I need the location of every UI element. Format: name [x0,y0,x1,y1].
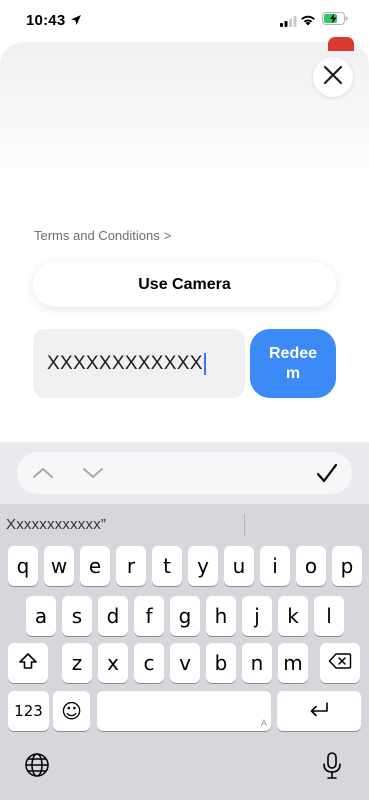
emoji-key[interactable]: ☺ [53,691,90,731]
key-z[interactable]: z [62,643,92,683]
key-p[interactable]: p [332,546,362,586]
key-i[interactable]: i [260,546,290,586]
key-l[interactable]: l [314,596,344,636]
return-icon [308,699,330,723]
globe-icon[interactable] [24,752,50,783]
suggestion-item[interactable]: Xxxxxxxxxxxx” [6,516,106,533]
microphone-icon[interactable] [322,752,342,785]
terms-label: Terms and Conditions [34,228,160,243]
close-icon [323,65,343,90]
key-y[interactable]: y [188,546,218,586]
cellular-signal-icon [280,14,297,32]
emoji-icon: ☺ [61,699,82,723]
status-time: 10:43 [26,12,66,29]
keyboard-accessory-bar [0,442,369,504]
key-h[interactable]: h [206,596,236,636]
text-caret [203,352,206,375]
key-j[interactable]: j [242,596,272,636]
key-u[interactable]: u [224,546,254,586]
redeem-button[interactable]: Redeem [250,329,336,398]
suggestion-divider [244,514,245,536]
key-g[interactable]: g [170,596,200,636]
chevron-up-icon[interactable] [31,464,55,487]
wifi-icon [300,13,316,31]
chevron-right-icon: > [163,228,172,243]
use-camera-button[interactable]: Use Camera [33,262,336,307]
suggestion-bar: Xxxxxxxxxxxx” [0,504,369,544]
key-f[interactable]: f [134,596,164,636]
close-button[interactable] [313,57,353,97]
delete-key[interactable] [320,643,360,683]
delete-icon [328,651,352,675]
return-key[interactable] [277,691,361,731]
key-x[interactable]: x [98,643,128,683]
key-c[interactable]: c [134,643,164,683]
numbers-key[interactable]: 123 [8,691,49,731]
status-bar: 10:43 [0,0,369,42]
key-b[interactable]: b [206,643,236,683]
checkmark-icon[interactable] [315,462,339,489]
redeem-code-input[interactable]: XXXXXXXXXXXX [33,329,245,398]
key-o[interactable]: o [296,546,326,586]
key-m[interactable]: m [278,643,308,683]
key-q[interactable]: q [8,546,38,586]
key-t[interactable]: t [152,546,182,586]
shift-key[interactable] [8,643,48,683]
battery-charging-icon [322,12,348,30]
chevron-down-icon[interactable] [81,464,105,487]
key-a[interactable]: a [26,596,56,636]
notification-badge [328,37,354,51]
space-bar[interactable]: A [97,691,271,731]
location-arrow-icon [70,13,82,31]
code-input-value: XXXXXXXXXXXX [47,352,203,374]
key-r[interactable]: r [116,546,146,586]
key-e[interactable]: e [80,546,110,586]
shift-icon [18,651,38,676]
space-hint: A [260,719,267,729]
redeem-sheet: Terms and Conditions > Use Camera XXXXXX… [0,42,369,442]
key-k[interactable]: k [278,596,308,636]
terms-and-conditions-link[interactable]: Terms and Conditions > [34,228,171,243]
key-w[interactable]: w [44,546,74,586]
key-s[interactable]: s [62,596,92,636]
keyboard-area: Xxxxxxxxxxxx” q w e r t y u i o p a s d … [0,442,369,800]
key-v[interactable]: v [170,643,200,683]
accessory-pill [17,452,352,494]
key-n[interactable]: n [242,643,272,683]
key-d[interactable]: d [98,596,128,636]
